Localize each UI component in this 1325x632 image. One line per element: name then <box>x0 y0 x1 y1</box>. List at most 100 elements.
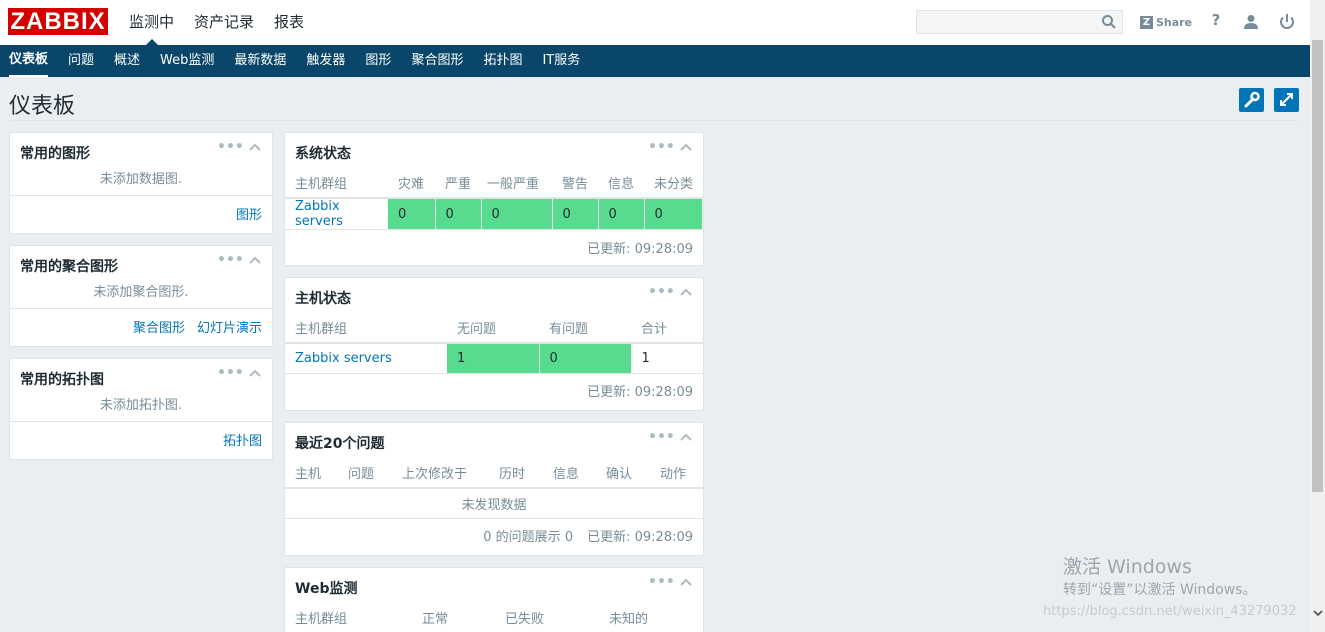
column-header: 确认 <box>596 458 650 489</box>
widget-header: Web监测 ••• <box>285 568 703 603</box>
widget-menu-icon[interactable]: ••• <box>648 284 675 300</box>
empty-message: 未添加拓扑图. <box>10 394 272 422</box>
zabbix-logo[interactable]: ZABBIX <box>8 8 108 35</box>
updated-timestamp: 已更新: 09:28:09 <box>587 241 693 257</box>
high-count[interactable]: 0 <box>435 198 482 230</box>
subnav-overview[interactable]: 概述 <box>114 45 140 77</box>
topnav-inventory[interactable]: 资产记录 <box>194 0 254 45</box>
subnav-screens[interactable]: 聚合图形 <box>411 45 463 77</box>
topnav-reports[interactable]: 报表 <box>274 0 304 45</box>
topnav-monitoring[interactable]: 监测中 <box>129 0 174 45</box>
system-status-table: 主机群组 灾难 严重 一般严重 警告 信息 未分类 Zabbix servers… <box>285 168 703 230</box>
total-count: 1 <box>631 343 703 374</box>
screens-link[interactable]: 聚合图形 <box>133 317 185 336</box>
subnav-graphs[interactable]: 图形 <box>365 45 391 77</box>
widget-menu-icon[interactable]: ••• <box>217 365 244 381</box>
average-count[interactable]: 0 <box>481 198 553 230</box>
subnav-dashboard[interactable]: 仪表板 <box>9 45 49 77</box>
widget-menu-icon[interactable]: ••• <box>648 429 675 445</box>
widget-header: 系统状态 ••• <box>285 133 703 168</box>
chevron-up-icon[interactable] <box>247 252 263 268</box>
no-data-message: 未发现数据 <box>285 488 703 519</box>
subnav-it-services[interactable]: IT服务 <box>542 45 580 77</box>
activation-watermark-title: 激活 Windows <box>1063 556 1192 578</box>
chevron-up-icon[interactable] <box>247 365 263 381</box>
activation-watermark-text: 转到“设置”以激活 Windows。 <box>1063 582 1257 598</box>
column-header: 无问题 <box>447 313 539 344</box>
widget-footer: 聚合图形 幻灯片演示 <box>10 309 272 343</box>
chevron-up-icon[interactable] <box>678 284 694 300</box>
column-header: 主机群组 <box>285 168 388 199</box>
widget-title: 常用的拓扑图 <box>20 372 104 388</box>
with-problems-count[interactable]: 0 <box>539 343 632 374</box>
chevron-up-icon[interactable] <box>247 139 263 155</box>
share-label: Share <box>1156 15 1193 29</box>
widget-title: 最近20个问题 <box>295 436 385 452</box>
column-header: 未分类 <box>644 168 703 199</box>
column-header: 严重 <box>435 168 481 199</box>
widget-footer: 拓扑图 <box>10 422 272 456</box>
warning-count[interactable]: 0 <box>552 198 599 230</box>
slideshows-link[interactable]: 幻灯片演示 <box>197 317 262 336</box>
host-group-link[interactable]: Zabbix servers <box>295 199 343 229</box>
last-issues-table: 主机 问题 上次修改于 历时 信息 确认 动作 未发现数据 <box>285 458 703 519</box>
graphs-link[interactable]: 图形 <box>236 204 262 223</box>
column-header: 动作 <box>650 458 703 489</box>
table-row: Zabbix servers 0 0 0 0 0 0 <box>285 198 703 230</box>
favourite-maps-widget: 常用的拓扑图 ••• 未添加拓扑图. 拓扑图 <box>9 358 273 460</box>
column-header: 合计 <box>631 313 703 344</box>
subnav-latest-data[interactable]: 最新数据 <box>234 45 286 77</box>
maps-link[interactable]: 拓扑图 <box>223 430 262 449</box>
widget-menu-icon[interactable]: ••• <box>217 252 244 268</box>
widget-menu-icon[interactable]: ••• <box>648 139 675 155</box>
widget-menu-icon[interactable]: ••• <box>648 574 675 590</box>
column-header: 问题 <box>338 458 392 489</box>
favourite-graphs-widget: 常用的图形 ••• 未添加数据图. 图形 <box>9 132 273 234</box>
widget-header: 常用的拓扑图 ••• <box>10 359 272 394</box>
search-icon[interactable] <box>1101 14 1117 30</box>
chevron-up-icon[interactable] <box>678 574 694 590</box>
updated-timestamp: 已更新: 09:28:09 <box>587 385 693 400</box>
column-header: 警告 <box>552 168 598 199</box>
host-status-table: 主机群组 无问题 有问题 合计 Zabbix servers 1 0 1 <box>285 313 703 374</box>
without-problems-count[interactable]: 1 <box>447 343 540 374</box>
subnav-triggers[interactable]: 触发器 <box>306 45 345 77</box>
vertical-scrollbar[interactable] <box>1310 0 1325 632</box>
search-box <box>916 10 1123 34</box>
user-profile-icon[interactable] <box>1241 12 1261 32</box>
column-header: 主机 <box>285 458 338 489</box>
empty-message: 未添加数据图. <box>10 168 272 196</box>
sign-out-icon[interactable] <box>1277 12 1297 32</box>
widget-title: Web监测 <box>295 581 358 597</box>
search-input[interactable] <box>917 11 1097 33</box>
fullscreen-icon <box>1280 93 1293 106</box>
help-icon[interactable]: ? <box>1206 11 1226 31</box>
chevron-up-icon[interactable] <box>678 429 694 445</box>
widget-header: 常用的图形 ••• <box>10 133 272 168</box>
scroll-down-icon[interactable] <box>1313 608 1323 618</box>
host-status-widget: 主机状态 ••• 主机群组 无问题 有问题 合计 Zabbix servers … <box>284 277 704 411</box>
information-count[interactable]: 0 <box>598 198 645 230</box>
web-monitoring-widget: Web监测 ••• 主机群组 正常 已失败 未知的 <box>284 567 704 632</box>
widget-title: 系统状态 <box>295 146 351 162</box>
subnav-maps[interactable]: 拓扑图 <box>483 45 522 77</box>
column-header: 信息 <box>543 458 596 489</box>
not-classified-count[interactable]: 0 <box>644 198 703 230</box>
column-header: 上次修改于 <box>392 458 489 489</box>
column-header: 主机群组 <box>285 603 412 632</box>
edit-dashboard-button[interactable] <box>1239 88 1264 112</box>
widget-menu-icon[interactable]: ••• <box>217 139 244 155</box>
share-button[interactable]: Z Share <box>1140 13 1192 31</box>
subnav-web[interactable]: Web监测 <box>160 45 214 77</box>
scrollbar-thumb[interactable] <box>1312 40 1323 492</box>
chevron-up-icon[interactable] <box>678 139 694 155</box>
column-header: 信息 <box>598 168 644 199</box>
title-divider <box>9 120 1299 121</box>
disaster-count[interactable]: 0 <box>388 198 436 230</box>
subnav-problems[interactable]: 问题 <box>68 45 94 77</box>
fullscreen-button[interactable] <box>1274 88 1299 112</box>
host-group-link[interactable]: Zabbix servers <box>295 351 392 366</box>
table-row: Zabbix servers 1 0 1 <box>285 343 703 374</box>
widget-header: 常用的聚合图形 ••• <box>10 246 272 281</box>
column-header: 历时 <box>489 458 543 489</box>
